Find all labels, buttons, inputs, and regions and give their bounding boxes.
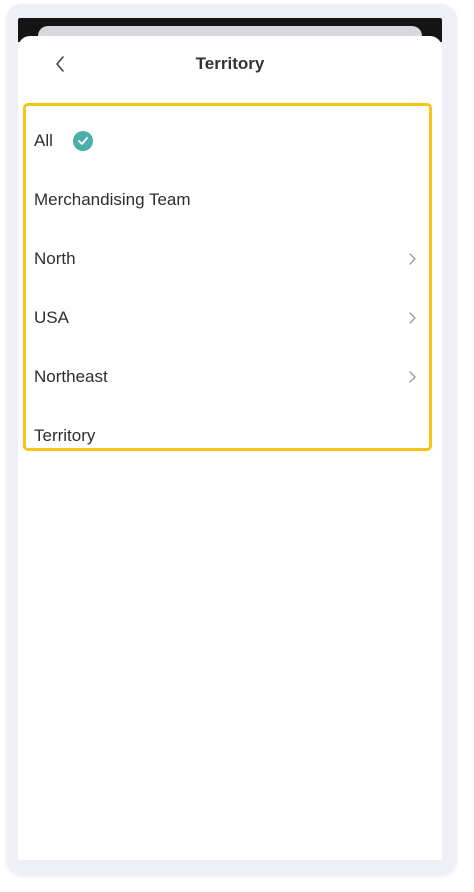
list-item-north[interactable]: North (26, 229, 429, 288)
list-item-label: Northeast (34, 366, 108, 386)
list-item-all[interactable]: All (26, 111, 429, 170)
list-item-merchandising-team[interactable]: Merchandising Team (26, 170, 429, 229)
chevron-right-icon (409, 370, 416, 383)
list-item-label: Merchandising Team (34, 189, 191, 209)
check-icon (72, 130, 93, 151)
list-item-label: Territory (34, 425, 96, 445)
header: Territory (18, 36, 442, 96)
list-item-label: USA (34, 307, 69, 327)
territory-screen: Territory All Merchandising Team North U… (18, 36, 442, 860)
list-item-label: All (34, 130, 53, 150)
chevron-right-icon (409, 252, 416, 265)
territory-list: All Merchandising Team North USA Northea… (23, 103, 432, 451)
list-item-usa[interactable]: USA (26, 288, 429, 347)
page-title: Territory (195, 54, 265, 73)
chevron-right-icon (409, 311, 416, 324)
list-item-territory[interactable]: Territory (26, 406, 429, 465)
list-item-northeast[interactable]: Northeast (26, 347, 429, 406)
list-item-label: North (34, 248, 76, 268)
